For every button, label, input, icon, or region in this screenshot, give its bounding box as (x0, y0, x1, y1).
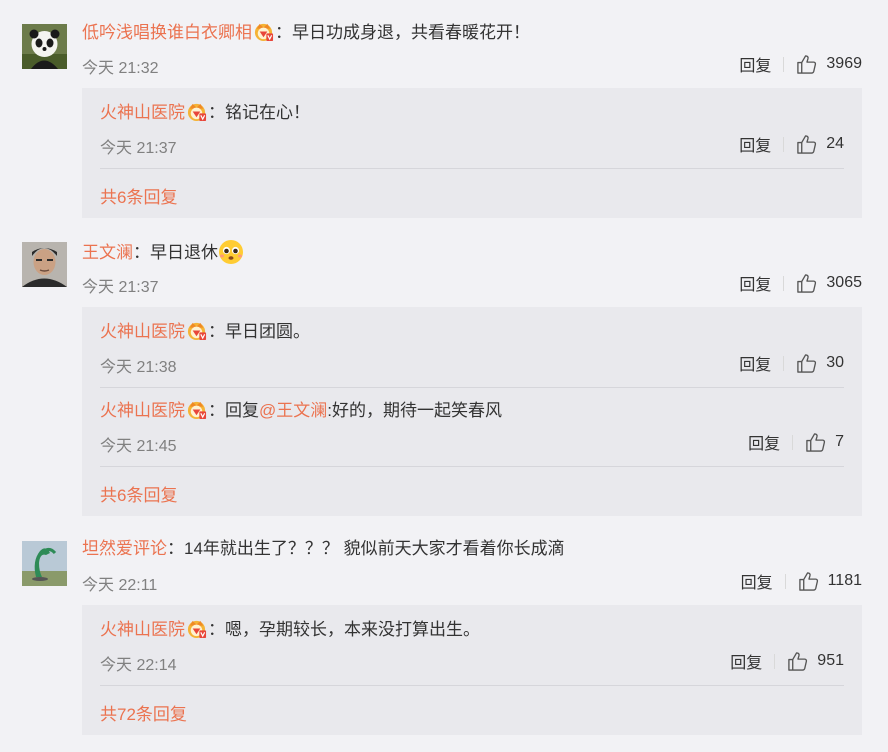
like-button[interactable]: 7 (805, 432, 844, 453)
thumbs-up-icon (787, 651, 808, 672)
reply-time: 今天 21:37 (100, 140, 177, 157)
thumbs-up-icon (796, 134, 817, 155)
reply-content: 火神山医院 ：早日团圆。 (100, 320, 310, 343)
comment-content: 王文澜：早日退休 (82, 239, 244, 265)
reply-panel: 火神山医院 ：嗯，孕期较长，本来没打算出生。 今天 22:14 回复 951 共7… (82, 605, 862, 735)
reply-time: 今天 22:14 (100, 657, 177, 674)
more-replies-link[interactable]: 共72条回复 (100, 700, 187, 725)
reply-separator: ： (208, 103, 225, 122)
reply-button[interactable]: 回复 (748, 430, 780, 454)
reply-divider (100, 168, 844, 169)
reply-text: 嗯，孕期较长，本来没打算出生。 (225, 620, 480, 639)
action-divider (783, 136, 785, 152)
vip-crown-badge-icon (186, 320, 207, 341)
comment-actions: 回复 3969 (739, 53, 862, 75)
comment-separator: ： (133, 243, 150, 262)
reply-actions: 回复 30 (739, 352, 844, 374)
reply-divider (100, 387, 844, 388)
reply-content: 火神山医院 ：嗯，孕期较长，本来没打算出生。 (100, 618, 480, 641)
thumbs-up-icon (805, 432, 826, 453)
reply-separator: ： (208, 401, 225, 420)
action-divider (784, 573, 786, 589)
like-count: 24 (826, 135, 844, 152)
avatar[interactable] (22, 242, 67, 287)
reply-button[interactable]: 回复 (739, 132, 771, 156)
reply-text: 早日团圆。 (225, 322, 310, 341)
mention-link[interactable]: @王文澜 (259, 401, 327, 420)
comment-separator: ： (275, 23, 292, 42)
action-divider (783, 56, 785, 72)
reply-content: 火神山医院 ：回复@王文澜:好的，期待一起笑春风 (100, 399, 502, 422)
vip-crown-badge-icon (186, 101, 207, 122)
reply-actions: 回复 24 (739, 133, 844, 155)
thumbs-up-icon (796, 273, 817, 294)
thumbs-up-icon (796, 353, 817, 374)
vip-crown-badge-icon (186, 618, 207, 639)
reply-content: 火神山医院 ：铭记在心！ (100, 101, 310, 124)
action-divider (774, 653, 776, 669)
pleading-face-emoji-icon (219, 240, 243, 264)
thumbs-up-icon (796, 54, 817, 75)
comment-actions: 回复 1181 (741, 570, 862, 592)
comment-username[interactable]: 王文澜 (82, 243, 133, 262)
reply-actions: 回复 951 (730, 650, 844, 672)
like-count: 951 (817, 652, 844, 669)
reply-username[interactable]: 火神山医院 (100, 103, 185, 122)
action-divider (783, 355, 785, 371)
avatar[interactable] (22, 541, 67, 586)
comment-time: 今天 21:32 (82, 60, 159, 77)
vip-crown-badge-icon (253, 21, 274, 42)
comment-username[interactable]: 低吟浅唱换谁白衣卿相 (82, 23, 252, 42)
reply-text: 铭记在心！ (225, 103, 310, 122)
like-button[interactable]: 3969 (796, 54, 862, 75)
comment-text: 早日退休 (150, 243, 218, 262)
vip-crown-badge-icon (186, 399, 207, 420)
reply-button[interactable]: 回复 (730, 649, 762, 673)
reply-time: 今天 21:45 (100, 438, 177, 455)
reply-separator: ： (208, 322, 225, 341)
reply-button[interactable]: 回复 (741, 569, 773, 593)
reply-button[interactable]: 回复 (739, 52, 771, 76)
like-button[interactable]: 3065 (796, 273, 862, 294)
reply-text: :好的，期待一起笑春风 (327, 401, 502, 420)
reply-username[interactable]: 火神山医院 (100, 620, 185, 639)
like-count: 1181 (827, 572, 862, 589)
more-replies-link[interactable]: 共6条回复 (100, 481, 177, 506)
comment-time: 今天 22:11 (82, 577, 158, 594)
more-replies-link[interactable]: 共6条回复 (100, 183, 177, 208)
avatar[interactable] (22, 24, 67, 69)
reply-username[interactable]: 火神山医院 (100, 401, 185, 420)
comment-text: 14年就出生了？？？ 貌似前天大家才看着你长成滴 (184, 539, 565, 558)
comment-content: 坦然爱评论：14年就出生了？？？ 貌似前天大家才看着你长成滴 (82, 538, 565, 560)
comment-username[interactable]: 坦然爱评论 (82, 539, 167, 558)
like-button[interactable]: 1181 (798, 571, 862, 592)
like-count: 7 (835, 433, 844, 450)
comment-actions: 回复 3065 (739, 272, 862, 294)
reply-actions: 回复 7 (748, 431, 844, 453)
reply-button[interactable]: 回复 (739, 271, 771, 295)
like-button[interactable]: 24 (796, 134, 844, 155)
action-divider (792, 434, 794, 450)
reply-divider (100, 685, 844, 686)
action-divider (783, 275, 785, 291)
like-button[interactable]: 30 (796, 353, 844, 374)
reply-divider (100, 466, 844, 467)
comment-text: 早日功成身退，共看春暖花开！ (292, 23, 530, 42)
reply-separator: ： (208, 620, 225, 639)
reply-button[interactable]: 回复 (739, 351, 771, 375)
like-count: 3969 (826, 55, 862, 72)
reply-time: 今天 21:38 (100, 359, 177, 376)
reply-username[interactable]: 火神山医院 (100, 322, 185, 341)
reply-prefix: 回复 (225, 401, 259, 420)
like-button[interactable]: 951 (787, 651, 844, 672)
comment-separator: ： (167, 539, 184, 558)
like-count: 3065 (826, 274, 862, 291)
like-count: 30 (826, 354, 844, 371)
reply-panel: 火神山医院 ：早日团圆。 今天 21:38 回复 30 火神山医院 ：回复@王文澜:… (82, 307, 862, 516)
reply-panel: 火神山医院 ：铭记在心！ 今天 21:37 回复 24 共6条回复 (82, 88, 862, 218)
comment-time: 今天 21:37 (82, 279, 159, 296)
thumbs-up-icon (798, 571, 819, 592)
comment-content: 低吟浅唱换谁白衣卿相 ：早日功成身退，共看春暖花开！ (82, 21, 530, 44)
